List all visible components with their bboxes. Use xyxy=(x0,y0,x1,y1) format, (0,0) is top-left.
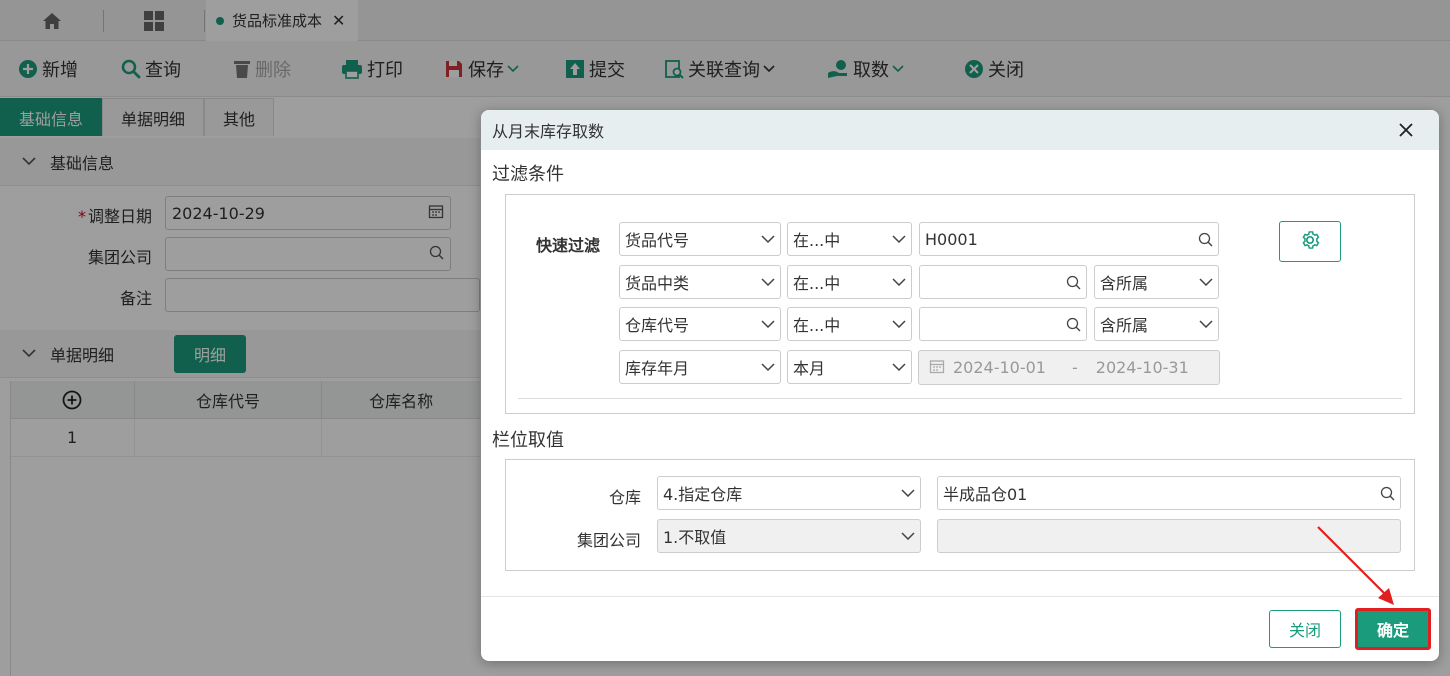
search-icon[interactable] xyxy=(1066,317,1081,332)
confirm-button[interactable]: 确定 xyxy=(1355,608,1431,650)
dialog-close-button[interactable]: 关闭 xyxy=(1269,610,1341,648)
date-from: 2024-10-01 xyxy=(953,358,1046,377)
dialog-header: 从月末库存取数 xyxy=(481,110,1439,150)
chevron-down-icon xyxy=(761,320,775,328)
chevron-down-icon xyxy=(1199,278,1213,286)
company-value-input xyxy=(937,519,1401,553)
include-children-select[interactable]: 含所属 xyxy=(1094,307,1219,341)
gear-icon xyxy=(1299,229,1321,255)
include-children-select[interactable]: 含所属 xyxy=(1094,265,1219,299)
divider xyxy=(518,398,1402,399)
chevron-down-icon xyxy=(761,278,775,286)
date-separator: - xyxy=(1071,358,1078,377)
chevron-down-icon xyxy=(761,235,775,243)
filter-value-input[interactable]: H0001 xyxy=(919,222,1219,256)
warehouse-value-input[interactable]: 半成品仓01 xyxy=(937,476,1401,510)
filter-operator-select[interactable]: 在...中 xyxy=(787,265,912,299)
chevron-down-icon xyxy=(1199,320,1213,328)
chevron-down-icon xyxy=(901,489,915,497)
fetch-from-month-end-dialog: 从月末库存取数 过滤条件 快速过滤 货品代号 在...中 H0001 货品中类 … xyxy=(481,110,1439,661)
filter-operator-select[interactable]: 在...中 xyxy=(787,222,912,256)
close-icon[interactable] xyxy=(1395,119,1417,141)
filter-field-select[interactable]: 仓库代号 xyxy=(619,307,781,341)
date-range-field: 2024-10-01 - 2024-10-31 xyxy=(918,350,1220,385)
dialog-footer-divider xyxy=(481,596,1439,597)
search-icon[interactable] xyxy=(1380,486,1395,501)
chevron-down-icon xyxy=(892,278,906,286)
warehouse-mode-select[interactable]: 4.指定仓库 xyxy=(657,476,921,510)
quick-filter-label: 快速过滤 xyxy=(536,236,601,255)
filter-value-input[interactable] xyxy=(919,265,1087,299)
filter-field-select[interactable]: 库存年月 xyxy=(619,350,781,384)
filter-operator-select[interactable]: 在...中 xyxy=(787,307,912,341)
settings-button[interactable] xyxy=(1279,221,1341,262)
company-label: 集团公司 xyxy=(576,531,641,550)
chevron-down-icon xyxy=(901,532,915,540)
filter-field-select[interactable]: 货品代号 xyxy=(619,222,781,256)
chevron-down-icon xyxy=(761,363,775,371)
chevron-down-icon xyxy=(892,235,906,243)
filter-period-select[interactable]: 本月 xyxy=(787,350,912,384)
chevron-down-icon xyxy=(892,320,906,328)
warehouse-label: 仓库 xyxy=(608,488,641,507)
company-mode-select[interactable]: 1.不取值 xyxy=(657,519,921,553)
date-to: 2024-10-31 xyxy=(1095,358,1189,377)
filter-value-input[interactable] xyxy=(919,307,1087,341)
calendar-icon xyxy=(929,358,945,378)
search-icon[interactable] xyxy=(1198,232,1213,247)
chevron-down-icon xyxy=(892,363,906,371)
field-value-section-title: 栏位取值 xyxy=(492,430,564,451)
filter-field-select[interactable]: 货品中类 xyxy=(619,265,781,299)
dialog-title: 从月末库存取数 xyxy=(492,122,605,141)
search-icon[interactable] xyxy=(1066,275,1081,290)
filter-section-title: 过滤条件 xyxy=(492,164,564,185)
